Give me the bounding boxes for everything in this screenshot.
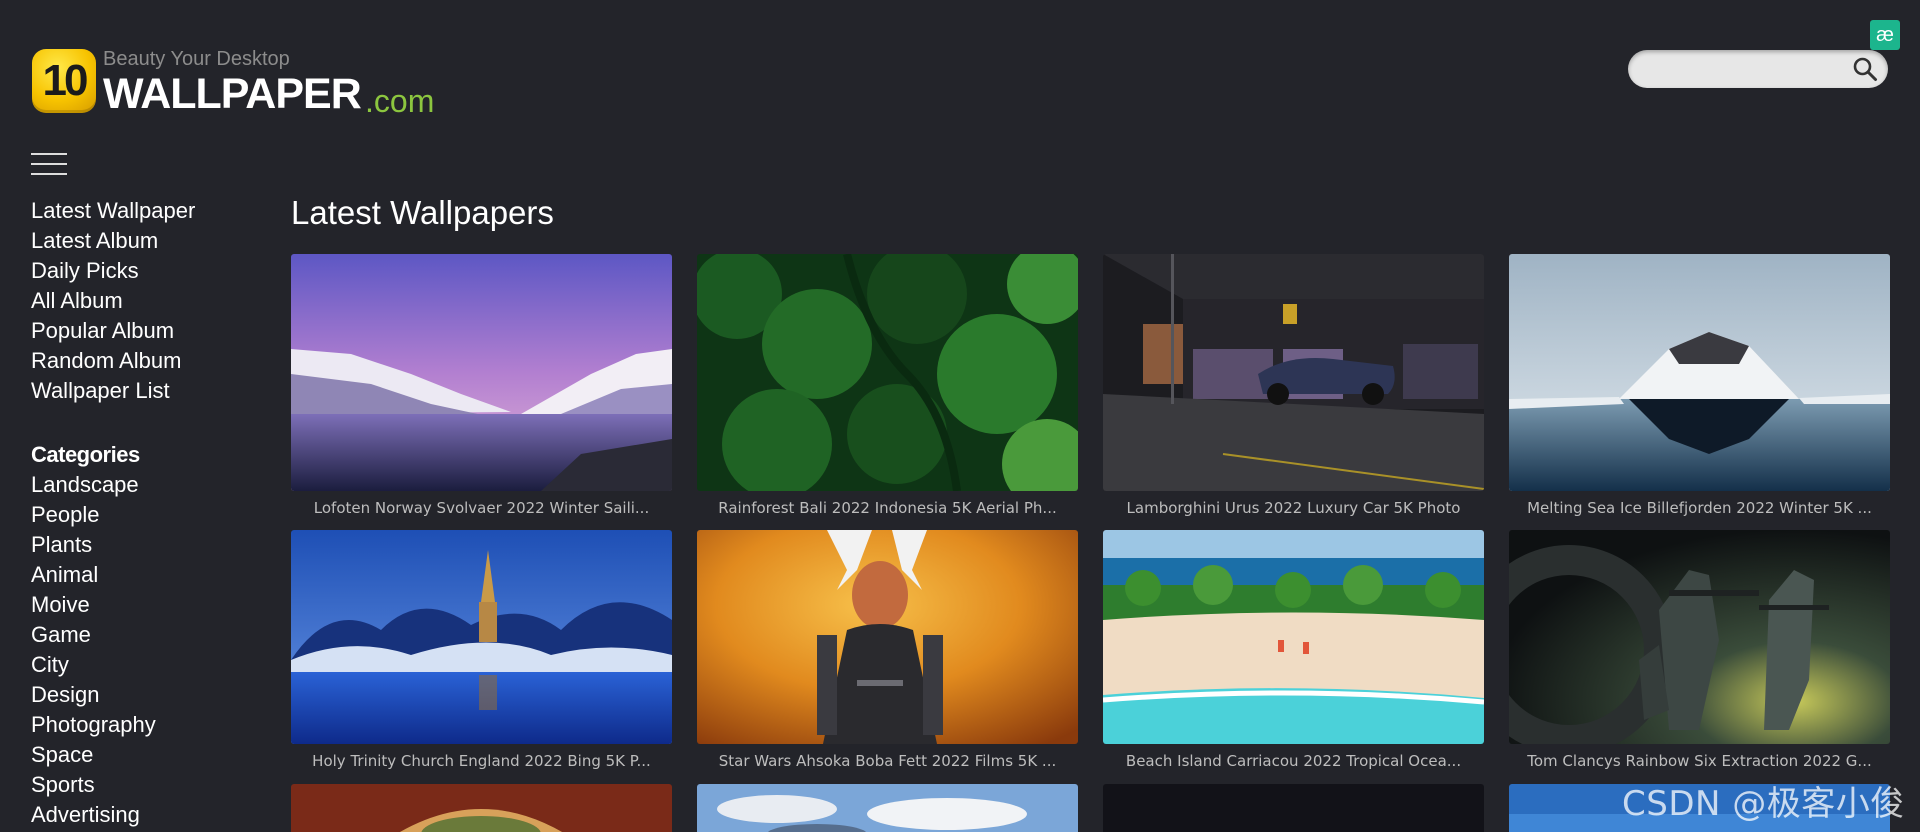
wallpaper-thumbnail[interactable]: [291, 254, 672, 491]
wallpaper-caption[interactable]: Star Wars Ahsoka Boba Fett 2022 Films 5K…: [697, 752, 1078, 770]
wallpaper-card[interactable]: Rainforest Bali 2022 Indonesia 5K Aerial…: [692, 244, 1092, 517]
category-city[interactable]: City: [31, 650, 261, 680]
wallpaper-thumbnail[interactable]: [1464, 530, 1890, 755]
logo-domain: .com: [365, 83, 435, 119]
nav-wallpaper-list[interactable]: Wallpaper List: [31, 376, 261, 406]
category-space[interactable]: Space: [31, 740, 261, 770]
watermark-text: CSDN @极客小俊: [1622, 784, 1905, 824]
search-icon[interactable]: [1852, 56, 1878, 82]
category-game[interactable]: Game: [31, 620, 261, 650]
wallpaper-caption[interactable]: Beach Island Carriacou 2022 Tropical Oce…: [1103, 752, 1484, 770]
wallpaper-card[interactable]: Melting Sea Ice Billefjorden 2022 Winter…: [1509, 254, 1890, 517]
wallpaper-caption[interactable]: Holy Trinity Church England 2022 Bing 5K…: [291, 752, 672, 770]
wallpaper-card[interactable]: Tom Clancys Rainbow Six Extraction 2022 …: [1464, 530, 1890, 770]
category-advertising[interactable]: Advertising: [31, 800, 261, 830]
hamburger-line: [31, 163, 67, 165]
corner-badge-icon[interactable]: æ: [1870, 20, 1900, 50]
nav-latest-wallpaper[interactable]: Latest Wallpaper: [31, 196, 261, 226]
wallpaper-card[interactable]: Holy Trinity Church England 2022 Bing 5K…: [291, 530, 672, 770]
wallpaper-thumbnail[interactable]: [697, 784, 1078, 832]
wallpaper-thumbnail[interactable]: [697, 530, 1078, 744]
menu-toggle-icon[interactable]: [31, 153, 67, 175]
hamburger-line: [31, 173, 67, 175]
category-design[interactable]: Design: [31, 680, 261, 710]
logo-tagline: Beauty Your Desktop: [103, 48, 290, 70]
category-sports[interactable]: Sports: [31, 770, 261, 800]
search-box: [1628, 50, 1888, 88]
site-logo[interactable]: 10 Beauty Your Desktop WALLPAPER .com: [31, 46, 451, 122]
wallpaper-thumbnail[interactable]: [291, 530, 672, 744]
category-animal[interactable]: Animal: [31, 560, 261, 590]
categories-heading: Categories: [31, 442, 140, 467]
category-landscape[interactable]: Landscape: [31, 470, 261, 500]
wallpaper-thumbnail[interactable]: [1102, 530, 1485, 744]
wallpaper-card[interactable]: Star Wars Ahsoka Boba Fett 2022 Films 5K…: [697, 530, 1078, 770]
wallpaper-caption[interactable]: Rainforest Bali 2022 Indonesia 5K Aerial…: [697, 499, 1078, 517]
wallpaper-caption[interactable]: Melting Sea Ice Billefjorden 2022 Winter…: [1509, 499, 1890, 517]
wallpaper-card[interactable]: Beach Island Carriacou 2022 Tropical Oce…: [1102, 530, 1485, 770]
wallpaper-caption[interactable]: Tom Clancys Rainbow Six Extraction 2022 …: [1509, 752, 1890, 770]
nav-random-album[interactable]: Random Album: [31, 346, 261, 376]
sidebar: Latest Wallpaper Latest Album Daily Pick…: [31, 196, 261, 830]
wallpaper-thumbnail[interactable]: [1509, 254, 1890, 491]
page-title: Latest Wallpapers: [291, 194, 554, 231]
category-moive[interactable]: Moive: [31, 590, 261, 620]
nav-popular-album[interactable]: Popular Album: [31, 316, 261, 346]
logo-badge: 10: [32, 49, 96, 113]
category-people[interactable]: People: [31, 500, 261, 530]
nav-daily-picks[interactable]: Daily Picks: [31, 256, 261, 286]
nav-latest-album[interactable]: Latest Album: [31, 226, 261, 256]
wallpaper-card[interactable]: [291, 784, 672, 832]
logo-brand: WALLPAPER: [103, 70, 362, 118]
category-plants[interactable]: Plants: [31, 530, 261, 560]
wallpaper-card[interactable]: Lamborghini Urus 2022 Luxury Car 5K Phot…: [1103, 254, 1485, 517]
wallpaper-thumbnail[interactable]: [291, 784, 672, 832]
hamburger-line: [31, 153, 67, 155]
wallpaper-thumbnail[interactable]: [1103, 784, 1484, 832]
wallpaper-card[interactable]: [1103, 784, 1484, 832]
wallpaper-thumbnail[interactable]: [1103, 254, 1485, 491]
wallpaper-caption[interactable]: Lamborghini Urus 2022 Luxury Car 5K Phot…: [1103, 499, 1484, 517]
nav-all-album[interactable]: All Album: [31, 286, 261, 316]
search-input[interactable]: [1642, 54, 1842, 84]
category-photography[interactable]: Photography: [31, 710, 261, 740]
wallpaper-card[interactable]: Lofoten Norway Svolvaer 2022 Winter Sail…: [291, 254, 672, 517]
wallpaper-card[interactable]: [697, 784, 1078, 832]
wallpaper-thumbnail[interactable]: [692, 244, 1092, 509]
wallpaper-caption[interactable]: Lofoten Norway Svolvaer 2022 Winter Sail…: [291, 499, 672, 517]
